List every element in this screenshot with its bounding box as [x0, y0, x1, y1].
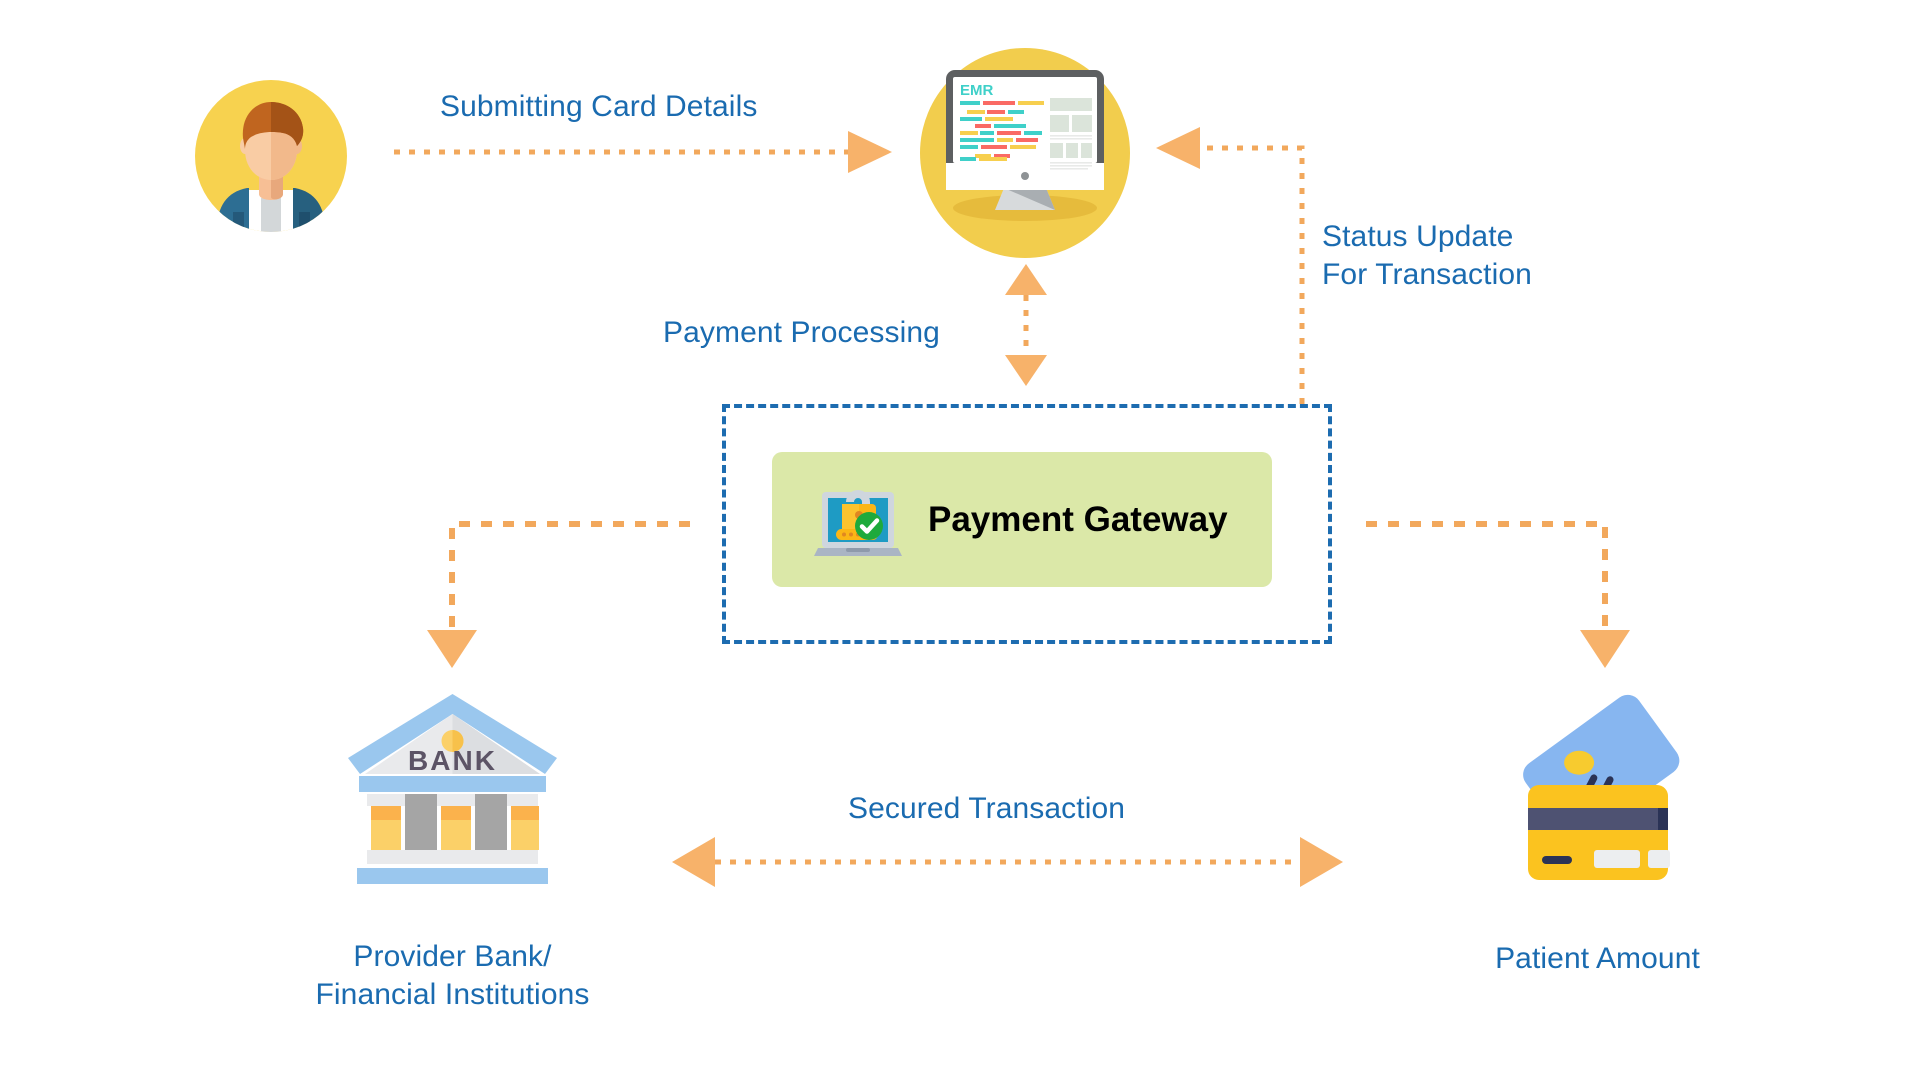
- connector-status-update: [1156, 127, 1305, 404]
- laptop-lock-check-icon: [810, 472, 906, 568]
- svg-text:EMR: EMR: [960, 82, 994, 99]
- label-patient-amount: Patient Amount: [1495, 942, 1700, 975]
- label-payment-processing: Payment Processing: [663, 316, 940, 349]
- emr-monitor-icon: EMR: [920, 48, 1130, 258]
- connector-submitting-card-details: [394, 131, 892, 173]
- patient-avatar: [195, 80, 347, 232]
- connector-gateway-to-bank: [427, 521, 690, 668]
- label-submitting-card-details: Submitting Card Details: [440, 90, 758, 123]
- bank-building-text: BANK: [408, 745, 497, 776]
- connector-secured-transaction: [672, 837, 1343, 887]
- label-secured-transaction: Secured Transaction: [848, 792, 1126, 825]
- credit-cards-icon: [1510, 690, 1685, 890]
- diagram-canvas: EMR Payment Gateway BANK Submitting Card…: [0, 0, 1920, 1080]
- bank-building-icon: BANK: [345, 688, 560, 893]
- label-provider-bank: Provider Bank/ Financial Institutions: [315, 940, 590, 1011]
- label-status-update: Status Update For Transaction: [1322, 220, 1532, 291]
- connector-gateway-to-patient-amount: [1366, 521, 1630, 668]
- payment-gateway-label: Payment Gateway: [928, 499, 1228, 539]
- payment-gateway-card[interactable]: Payment Gateway: [772, 452, 1272, 587]
- connector-payment-processing: [1005, 264, 1047, 386]
